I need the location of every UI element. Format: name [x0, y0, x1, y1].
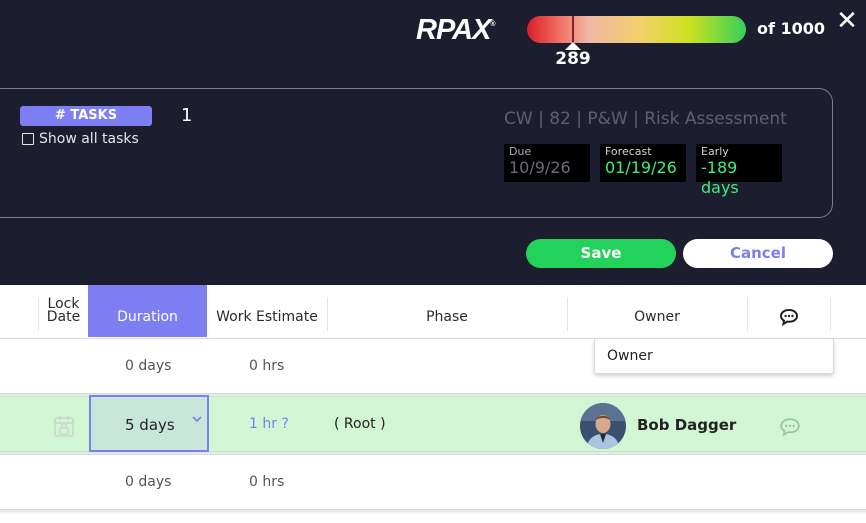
phase-cell[interactable]: ( Root ) — [334, 416, 386, 432]
duration-cell: 0 days — [125, 358, 172, 374]
show-all-tasks-toggle[interactable]: Show all tasks — [22, 131, 139, 147]
chevron-down-icon[interactable] — [191, 413, 203, 425]
score-total: of 1000 — [757, 19, 826, 38]
owner-search-input[interactable]: Owner — [594, 338, 834, 374]
early-box: Early -189 days — [696, 144, 782, 197]
column-header-phase[interactable]: Phase — [327, 285, 567, 337]
duration-select-value: 5 days — [125, 416, 175, 434]
column-divider — [830, 297, 831, 331]
column-header-comments[interactable] — [747, 285, 830, 337]
work-estimate-cell: 0 hrs — [249, 358, 285, 374]
duration-cell: 0 days — [125, 474, 172, 490]
early-label: Early — [701, 145, 729, 158]
task-title: CW | 82 | P&W | Risk Assessment — [504, 109, 787, 129]
tasks-count: 1 — [181, 105, 193, 126]
tasks-badge: # TASKS — [20, 106, 152, 126]
checkbox-icon[interactable] — [22, 133, 34, 145]
score-marker — [572, 16, 574, 43]
forecast-label: Forecast — [605, 145, 652, 158]
task-table: Lock Date Duration Work Estimate Phase Ow… — [0, 285, 866, 523]
column-header-lock-date[interactable]: Lock Date — [39, 285, 88, 337]
show-all-tasks-label: Show all tasks — [39, 131, 139, 147]
column-header-work-estimate[interactable]: Work Estimate — [207, 285, 327, 337]
due-date-box: Due 10/9/26 — [504, 144, 590, 182]
early-value: -189 days — [701, 158, 739, 197]
due-label: Due — [509, 145, 532, 158]
score-value: 289 — [555, 49, 591, 69]
avatar — [580, 403, 626, 449]
score-gauge — [527, 16, 746, 43]
work-estimate-cell: 0 hrs — [249, 474, 285, 490]
top-panel: RPAX® 289 of 1000 ✕ # TASKS 1 Show all t… — [0, 0, 866, 285]
save-button[interactable]: Save — [526, 239, 676, 268]
comment-icon[interactable] — [779, 417, 801, 437]
forecast-value: 01/19/26 — [605, 158, 677, 177]
lock-icon[interactable] — [52, 414, 76, 438]
rpax-logo: RPAX® — [416, 14, 496, 46]
cancel-button[interactable]: Cancel — [683, 239, 833, 268]
column-header-owner[interactable]: Owner — [567, 285, 747, 337]
column-header-duration[interactable]: Duration — [88, 285, 207, 337]
duration-select[interactable]: 5 days — [89, 395, 209, 452]
work-estimate-link[interactable]: 1 hr ? — [249, 416, 289, 432]
due-value: 10/9/26 — [509, 158, 571, 177]
owner-name[interactable]: Bob Dagger — [637, 416, 736, 434]
forecast-date-box: Forecast 01/19/26 — [600, 144, 686, 182]
comment-icon — [779, 308, 798, 326]
close-icon[interactable]: ✕ — [834, 6, 860, 36]
